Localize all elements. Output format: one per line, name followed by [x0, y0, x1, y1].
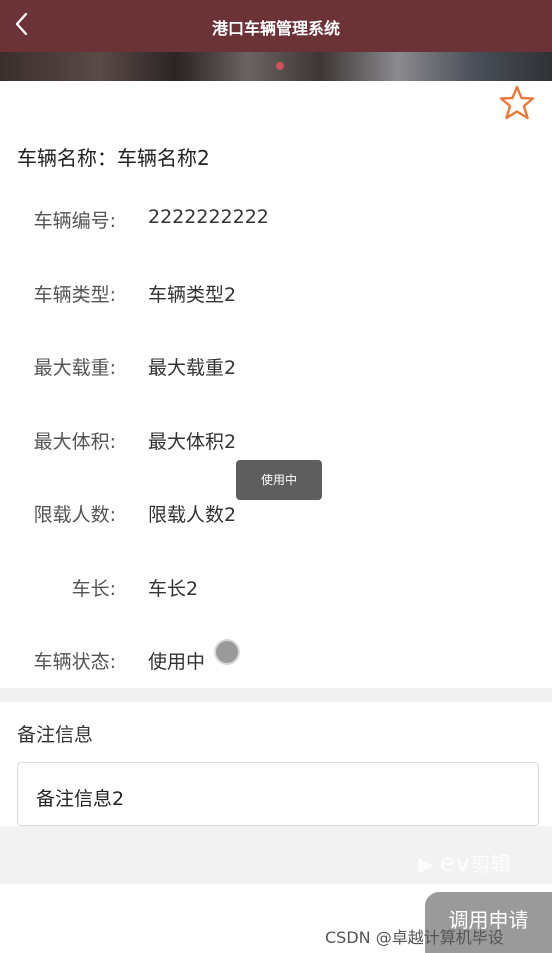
- vehicle-name-label: 车辆名称：: [17, 146, 117, 170]
- remark-textarea[interactable]: 备注信息2: [17, 762, 539, 826]
- field-value: 限载人数2: [148, 504, 237, 526]
- vehicle-name-heading: 车辆名称：车辆名称2: [17, 142, 210, 171]
- field-value: 车长2: [148, 578, 199, 600]
- remark-text: 备注信息2: [36, 788, 125, 810]
- remark-section-title: 备注信息: [17, 724, 94, 746]
- field-row-max-volume: 最大体积: 最大体积2: [0, 427, 552, 457]
- field-label: 限载人数:: [33, 504, 116, 526]
- field-value: 2222222222: [148, 206, 269, 228]
- field-label: 最大体积:: [33, 431, 116, 453]
- field-value: 使用中: [148, 651, 206, 673]
- field-label: 车辆状态:: [33, 651, 116, 673]
- vehicle-image-carousel[interactable]: [0, 52, 552, 81]
- field-row-passenger-limit: 限载人数: 限载人数2: [0, 500, 552, 530]
- field-label: 车辆编号:: [33, 210, 116, 232]
- carousel-indicator-dot[interactable]: [276, 62, 284, 70]
- ev-logo-label: 剪辑: [470, 852, 511, 876]
- csdn-watermark: CSDN @卓越计算机毕设: [325, 928, 504, 947]
- ev-editor-logo: ▶ ev剪辑: [418, 848, 526, 877]
- touch-indicator-dot: [214, 639, 240, 665]
- field-value: 最大体积2: [148, 431, 237, 453]
- vehicle-name-value: 车辆名称2: [117, 146, 210, 170]
- field-row-vehicle-status: 车辆状态: 使用中: [0, 647, 552, 677]
- field-value: 车辆类型2: [148, 284, 237, 306]
- favorite-star-icon[interactable]: [498, 84, 536, 122]
- status-tooltip: 使用中: [236, 460, 322, 500]
- field-row-captain: 车长: 车长2: [0, 574, 552, 604]
- section-divider: [0, 688, 552, 702]
- field-row-vehicle-type: 车辆类型: 车辆类型2: [0, 280, 552, 310]
- ev-logo-text: ev: [439, 849, 471, 877]
- play-triangle-icon: ▶: [418, 852, 434, 876]
- field-row-vehicle-number: 车辆编号: 2222222222: [0, 206, 552, 236]
- field-value: 最大载重2: [148, 357, 237, 379]
- field-label: 车辆类型:: [33, 284, 116, 306]
- app-header: 港口车辆管理系统: [0, 0, 552, 52]
- field-row-max-load: 最大载重: 最大载重2: [0, 353, 552, 383]
- page-title: 港口车辆管理系统: [211, 19, 340, 38]
- field-label: 最大载重:: [33, 357, 116, 379]
- field-label: 车长:: [71, 578, 116, 600]
